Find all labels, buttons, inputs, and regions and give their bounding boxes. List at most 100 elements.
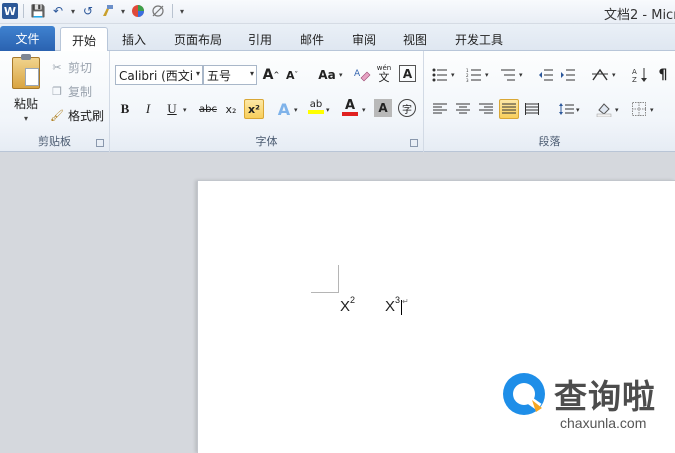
font-family-value: Calibri (西文i — [119, 68, 194, 83]
copy-button[interactable]: ❐ 复制 — [50, 83, 92, 100]
clipboard-group: 粘贴 ▾ ✂ 剪切 ❐ 复制 🖌 格式刷 剪贴板 — [0, 51, 110, 152]
change-case-button[interactable]: Aa — [314, 65, 340, 85]
font-group: Calibri (西文i ▾ 五号 ▾ A ^ Aˇ Aa ▾ A wén 文 A … — [110, 51, 424, 152]
phonetic-guide-button[interactable]: wén 文 — [374, 63, 394, 83]
svg-text:Z: Z — [632, 76, 637, 83]
customize-qat-icon[interactable]: ▾ — [178, 7, 186, 16]
svg-text:3: 3 — [466, 78, 469, 82]
paint-icon[interactable] — [99, 2, 117, 20]
multilevel-list-dropdown-icon[interactable]: ▾ — [519, 71, 523, 79]
tab-review[interactable]: 审阅 — [344, 27, 384, 51]
paste-button[interactable]: 粘贴 ▾ — [6, 54, 46, 131]
cut-button[interactable]: ✂ 剪切 — [50, 59, 92, 76]
brush-icon: 🖌 — [50, 109, 64, 122]
show-marks-button[interactable]: ¶ — [653, 65, 673, 85]
change-case-dropdown-icon[interactable]: ▾ — [339, 71, 343, 79]
paint-dropdown-icon[interactable]: ▾ — [119, 7, 127, 16]
justify-button[interactable] — [499, 99, 519, 119]
sort-button[interactable]: AZ — [630, 65, 650, 85]
text-effects-dropdown-icon[interactable]: ▾ — [294, 106, 298, 114]
italic-icon: I — [145, 101, 151, 116]
font-launcher-icon[interactable] — [410, 139, 418, 147]
watermark: 查询啦 — [500, 370, 656, 418]
font-color-bar — [342, 111, 358, 116]
font-size-combo[interactable]: 五号 ▾ — [203, 65, 257, 85]
change-case-icon: Aa — [318, 68, 336, 82]
grow-font-icon: A — [262, 67, 274, 83]
bullets-dropdown-icon[interactable]: ▾ — [451, 71, 455, 79]
font-size-value: 五号 — [207, 68, 232, 83]
tab-insert[interactable]: 插入 — [114, 27, 154, 51]
align-left-button[interactable] — [430, 99, 450, 119]
font-family-combo[interactable]: Calibri (西文i ▾ — [115, 65, 203, 85]
enclose-characters-button[interactable]: 字 — [398, 99, 416, 117]
undo-icon[interactable]: ↶ — [49, 2, 67, 20]
strikethrough-button[interactable]: abc — [196, 99, 220, 119]
grow-font-button[interactable]: A ^ — [261, 65, 281, 85]
italic-button[interactable]: I — [138, 99, 158, 119]
save-icon[interactable]: 💾 — [29, 2, 47, 20]
tab-developer[interactable]: 开发工具 — [448, 27, 510, 51]
multilevel-list-button[interactable] — [498, 65, 518, 85]
tab-view[interactable]: 视图 — [395, 27, 435, 51]
chinese-layout-button[interactable] — [590, 65, 610, 85]
tab-references[interactable]: 引用 — [240, 27, 280, 51]
line-spacing-dropdown-icon[interactable]: ▾ — [576, 106, 580, 114]
align-center-button[interactable] — [453, 99, 473, 119]
bullets-button[interactable] — [430, 65, 450, 85]
align-right-button[interactable] — [476, 99, 496, 119]
tab-page-layout[interactable]: 页面布局 — [166, 27, 230, 51]
distributed-button[interactable] — [522, 99, 542, 119]
decrease-indent-button[interactable] — [536, 65, 556, 85]
color-wheel-icon[interactable] — [129, 2, 147, 20]
svg-text:A: A — [632, 68, 637, 76]
ribbon: 粘贴 ▾ ✂ 剪切 ❐ 复制 🖌 格式刷 剪贴板 Calibri (西文i ▾ … — [0, 51, 675, 152]
enclose-characters-icon: 字 — [402, 104, 412, 116]
font-family-dropdown-icon[interactable]: ▾ — [196, 69, 200, 78]
ribbon-tabs: 文件 开始 插入 页面布局 引用 邮件 审阅 视图 开发工具 — [0, 24, 675, 52]
cut-label: 剪切 — [68, 61, 93, 75]
superscript-button[interactable]: x² — [244, 99, 264, 119]
paragraph-mark-icon: ↵ — [402, 297, 409, 306]
font-color-button[interactable]: A — [340, 97, 360, 117]
borders-button[interactable] — [629, 99, 649, 119]
shrink-font-button[interactable]: Aˇ — [282, 65, 302, 85]
font-color-dropdown-icon[interactable]: ▾ — [362, 106, 366, 114]
format-painter-button[interactable]: 🖌 格式刷 — [50, 107, 104, 124]
numbering-button[interactable]: 123 — [464, 65, 484, 85]
character-shading-button[interactable]: A — [374, 99, 392, 117]
text-effects-icon: A — [277, 99, 291, 119]
increase-indent-button[interactable] — [558, 65, 578, 85]
font-size-dropdown-icon[interactable]: ▾ — [250, 69, 254, 78]
tab-file[interactable]: 文件 — [0, 26, 55, 51]
highlight-button[interactable]: ab — [306, 97, 326, 117]
line-spacing-button[interactable] — [556, 99, 576, 119]
redo-icon[interactable]: ↺ — [79, 2, 97, 20]
font-group-label: 字体 — [255, 135, 278, 148]
text-effects-button[interactable]: A — [274, 99, 294, 119]
superscript-expression-2[interactable]: X3 ↵ — [385, 295, 409, 315]
clipboard-launcher-icon[interactable] — [96, 139, 104, 147]
undo-dropdown-icon[interactable]: ▾ — [69, 7, 77, 16]
underline-button[interactable]: U — [162, 99, 182, 119]
paragraph-shading-dropdown-icon[interactable]: ▾ — [615, 106, 619, 114]
numbering-dropdown-icon[interactable]: ▾ — [485, 71, 489, 79]
subscript-button[interactable]: x₂ — [221, 99, 241, 119]
chinese-layout-dropdown-icon[interactable]: ▾ — [612, 71, 616, 79]
underline-dropdown-icon[interactable]: ▾ — [183, 106, 187, 114]
no-format-icon[interactable] — [149, 2, 167, 20]
qat-separator — [172, 4, 173, 18]
clear-format-button[interactable]: A — [352, 65, 372, 85]
paragraph-shading-button[interactable] — [594, 99, 614, 119]
subscript-icon: x₂ — [225, 102, 237, 116]
tab-mailings[interactable]: 邮件 — [292, 27, 332, 51]
borders-dropdown-icon[interactable]: ▾ — [650, 106, 654, 114]
paste-dropdown-icon[interactable]: ▾ — [24, 114, 28, 123]
superscript-expression-1[interactable]: X2 — [340, 295, 355, 315]
highlight-dropdown-icon[interactable]: ▾ — [326, 106, 330, 114]
paste-label: 粘贴 — [13, 97, 38, 111]
bold-button[interactable]: B — [115, 99, 135, 119]
character-border-button[interactable]: A — [399, 65, 416, 82]
tab-home[interactable]: 开始 — [60, 27, 108, 52]
word-logo-icon[interactable]: W — [2, 3, 18, 19]
